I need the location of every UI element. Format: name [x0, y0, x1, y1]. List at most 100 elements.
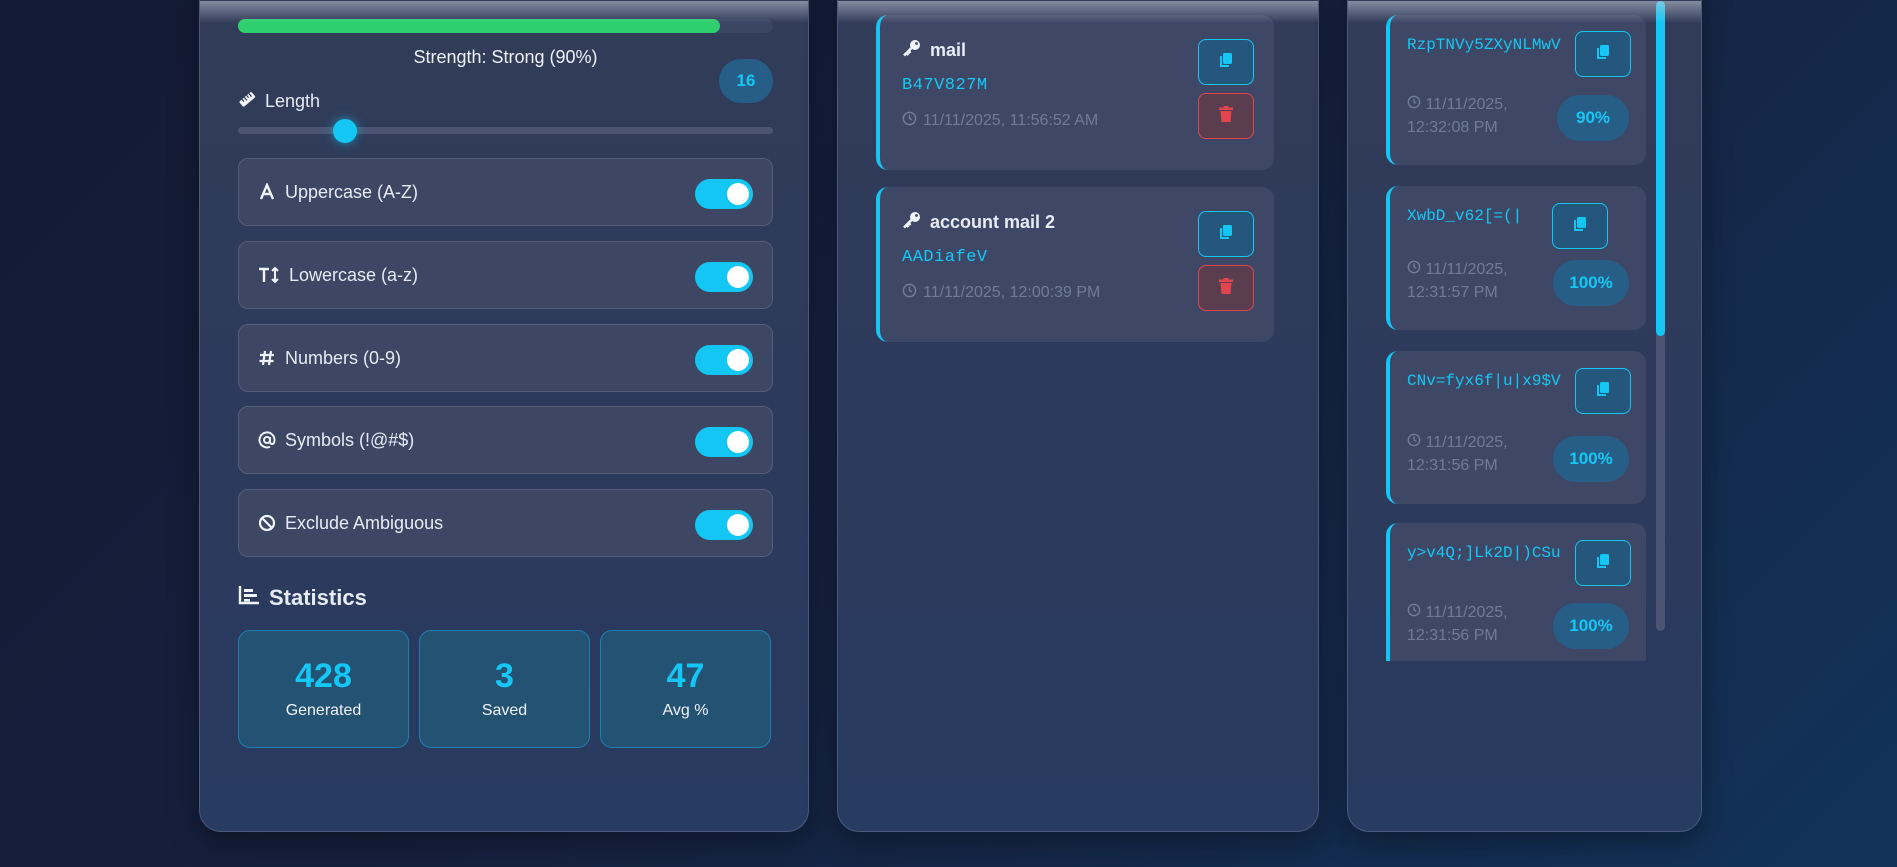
copy-button[interactable] [1198, 39, 1254, 85]
history-date-text: 11/11/2025, 12:31:56 PM [1407, 604, 1508, 644]
option-exclude-ambiguous[interactable]: Exclude Ambiguous [238, 489, 773, 557]
history-item: XwbD_v62[=(| 11/11/2025, 12:31:57 PM 100… [1386, 186, 1646, 330]
option-numbers[interactable]: Numbers (0-9) [238, 324, 773, 392]
toggle-exclude-ambiguous[interactable] [695, 510, 753, 540]
stat-label: Saved [481, 701, 528, 719]
option-label: Symbols (!@#$) [285, 429, 415, 450]
saved-item-date-text: 11/11/2025, 11:56:52 AM [923, 112, 1099, 129]
option-label: Uppercase (A-Z) [285, 181, 419, 202]
stat-avg: 47 Avg % [600, 630, 771, 748]
option-uppercase[interactable]: Uppercase (A-Z) [238, 158, 773, 226]
length-slider[interactable] [238, 119, 773, 143]
saved-item-password: B47V827M [902, 76, 988, 95]
statistics-title: Statistics [238, 585, 367, 611]
ruler-icon [238, 90, 256, 113]
stat-label: Avg % [662, 701, 709, 719]
history-password: CNv=fyx6f|u|x9$V [1407, 372, 1561, 390]
stat-generated: 428 Generated [238, 630, 409, 748]
strength-text: Strength: Strong (90%) [413, 47, 598, 67]
saved-item: mail B47V827M 11/11/2025, 11:56:52 AM [876, 15, 1274, 170]
copy-button[interactable] [1575, 31, 1631, 77]
toggle-lowercase[interactable] [695, 262, 753, 292]
saved-item-password: AADiafeV [902, 248, 988, 267]
hashtag-icon [258, 349, 276, 367]
strength-badge: 90% [1557, 95, 1629, 141]
history-list: RzpTNVy5ZXyNLMwV 11/11/2025, 12:32:08 PM… [1348, 1, 1701, 661]
toggle-numbers[interactable] [695, 345, 753, 375]
history-date: 11/11/2025, 12:31:57 PM [1407, 258, 1542, 304]
history-scrollbar-thumb[interactable] [1656, 1, 1665, 336]
clock-icon [1407, 433, 1421, 451]
generator-panel: Strength: Strong (90%) Length 16 Upperca… [199, 0, 809, 832]
delete-button[interactable] [1198, 265, 1254, 311]
stat-value: 428 [295, 657, 352, 696]
history-date: 11/11/2025, 12:31:56 PM [1407, 601, 1542, 647]
saved-item-date: 11/11/2025, 12:00:39 PM [902, 283, 1100, 303]
strength-badge: 100% [1553, 260, 1629, 306]
stat-saved: 3 Saved [419, 630, 590, 748]
copy-icon [1595, 553, 1611, 574]
copy-button[interactable] [1575, 368, 1631, 414]
copy-icon [1595, 381, 1611, 402]
saved-item-name: account mail 2 [902, 211, 1055, 234]
clock-icon [1407, 260, 1421, 278]
letter-a-icon [258, 183, 276, 201]
history-date-text: 11/11/2025, 12:31:57 PM [1407, 261, 1508, 301]
history-date-text: 11/11/2025, 12:31:56 PM [1407, 434, 1508, 474]
saved-item-date-text: 11/11/2025, 12:00:39 PM [923, 284, 1101, 301]
strength-bar-fill [238, 19, 720, 33]
option-symbols[interactable]: Symbols (!@#$) [238, 406, 773, 474]
strength-badge: 100% [1553, 436, 1629, 482]
saved-passwords-panel: mail B47V827M 11/11/2025, 11:56:52 AM ac… [837, 0, 1319, 832]
copy-button[interactable] [1198, 211, 1254, 257]
history-panel: RzpTNVy5ZXyNLMwV 11/11/2025, 12:32:08 PM… [1347, 0, 1702, 832]
history-item: y>v4Q;]Lk2D|)CSu 11/11/2025, 12:31:56 PM… [1386, 523, 1646, 661]
option-label: Numbers (0-9) [285, 347, 402, 368]
copy-button[interactable] [1575, 540, 1631, 586]
history-item: RzpTNVy5ZXyNLMwV 11/11/2025, 12:32:08 PM… [1386, 15, 1646, 165]
history-password: XwbD_v62[=(| [1407, 207, 1523, 225]
length-label: Length [238, 90, 320, 113]
option-label: Exclude Ambiguous [285, 512, 444, 533]
history-item: CNv=fyx6f|u|x9$V 11/11/2025, 12:31:56 PM… [1386, 351, 1646, 504]
copy-icon [1572, 216, 1588, 237]
length-slider-thumb[interactable] [333, 119, 357, 143]
statistics-title-text: Statistics [269, 585, 367, 610]
saved-item-name-text: account mail 2 [930, 212, 1056, 232]
toggle-symbols[interactable] [695, 427, 753, 457]
trash-icon [1219, 105, 1233, 127]
key-icon [902, 211, 922, 234]
clock-icon [902, 111, 917, 131]
copy-icon [1218, 224, 1234, 245]
option-label: Lowercase (a-z) [289, 264, 419, 285]
chart-bar-icon [238, 585, 260, 611]
clock-icon [902, 283, 917, 303]
stat-label: Generated [285, 701, 362, 719]
delete-button[interactable] [1198, 93, 1254, 139]
saved-item-name-text: mail [930, 40, 967, 60]
ban-icon [258, 514, 276, 532]
history-scrollbar[interactable] [1656, 1, 1665, 631]
history-date-text: 11/11/2025, 12:32:08 PM [1407, 96, 1508, 136]
saved-item-date: 11/11/2025, 11:56:52 AM [902, 111, 1098, 131]
length-value-badge: 16 [719, 59, 773, 103]
toggle-uppercase[interactable] [695, 179, 753, 209]
history-password: y>v4Q;]Lk2D|)CSu [1407, 544, 1561, 562]
key-icon [902, 39, 922, 62]
at-icon [258, 431, 276, 449]
trash-icon [1219, 277, 1233, 299]
strength-bar [238, 19, 773, 33]
length-label-text: Length [265, 91, 321, 111]
copy-icon [1595, 44, 1611, 65]
stat-value: 3 [495, 657, 514, 696]
clock-icon [1407, 603, 1421, 621]
saved-item-name: mail [902, 39, 966, 62]
history-password: RzpTNVy5ZXyNLMwV [1407, 36, 1561, 54]
strength-badge: 100% [1553, 603, 1629, 649]
history-date: 11/11/2025, 12:31:56 PM [1407, 431, 1542, 477]
copy-button[interactable] [1552, 203, 1608, 249]
option-lowercase[interactable]: Lowercase (a-z) [238, 241, 773, 309]
saved-item: account mail 2 AADiafeV 11/11/2025, 12:0… [876, 187, 1274, 342]
history-date: 11/11/2025, 12:32:08 PM [1407, 93, 1542, 139]
stat-value: 47 [666, 657, 705, 696]
